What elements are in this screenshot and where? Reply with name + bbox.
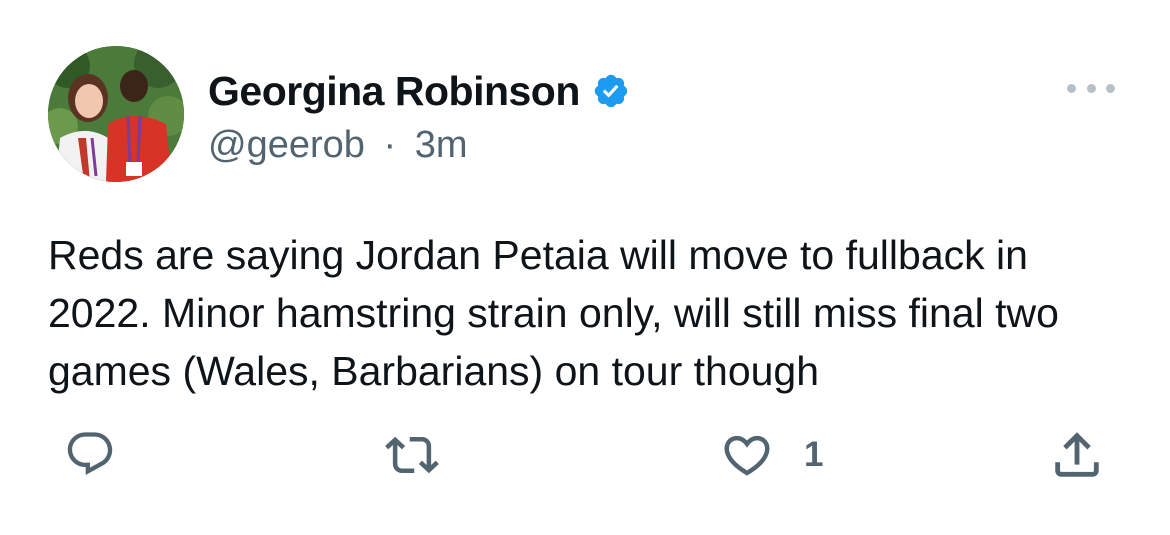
author-display-name[interactable]: Georgina Robinson xyxy=(208,68,580,115)
share-button[interactable] xyxy=(1048,426,1106,484)
author-name-row: Georgina Robinson xyxy=(208,66,630,116)
more-options-icon[interactable] xyxy=(1067,76,1115,100)
verified-badge-icon[interactable] xyxy=(592,72,630,110)
meta-separator: · xyxy=(383,124,397,166)
like-button[interactable]: 1 xyxy=(720,428,823,482)
avatar[interactable] xyxy=(48,46,184,182)
retweet-icon xyxy=(385,436,439,474)
reply-icon xyxy=(67,432,113,476)
author-handle-row: @geerob · 3m xyxy=(208,124,467,167)
tweet-timestamp[interactable]: 3m xyxy=(415,124,468,166)
more-dot xyxy=(1086,83,1096,93)
tweet-card: Georgina Robinson @geerob · 3m Reds are … xyxy=(0,0,1170,535)
tweet-text: Reds are saying Jordan Petaia will move … xyxy=(48,232,1059,394)
author-handle[interactable]: @geerob xyxy=(208,124,365,166)
like-count: 1 xyxy=(804,435,824,474)
like-heart-icon xyxy=(724,435,770,476)
avatar-photo-icon xyxy=(48,46,184,182)
more-dot xyxy=(1067,83,1076,93)
share-icon xyxy=(1055,432,1099,477)
retweet-button[interactable] xyxy=(385,428,439,482)
more-dot xyxy=(1106,83,1115,93)
reply-button[interactable] xyxy=(64,428,116,480)
